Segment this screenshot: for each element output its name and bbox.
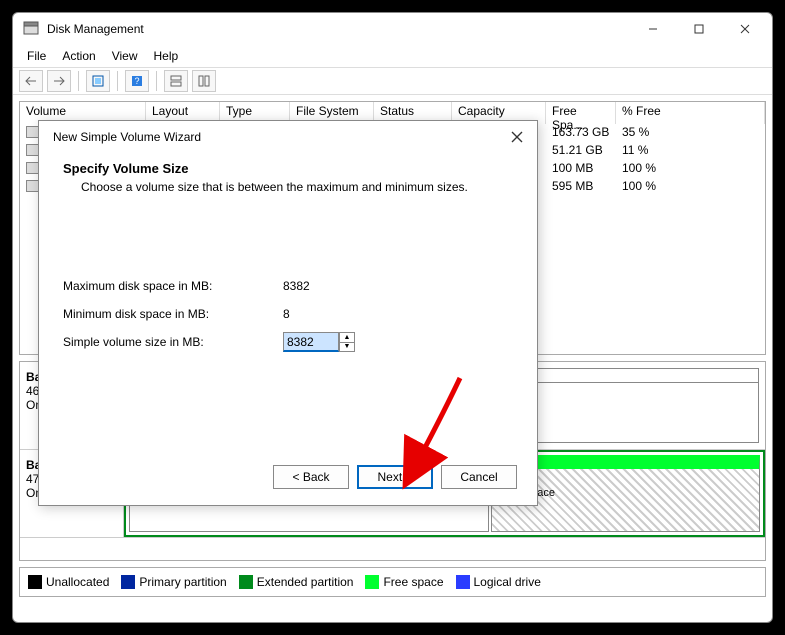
toolbar: ? [13,67,772,95]
legend-freespace: Free space [365,575,443,590]
size-input[interactable] [283,332,339,352]
legend-logical: Logical drive [456,575,541,590]
nav-back-icon[interactable] [19,70,43,92]
cell-freespace: 51.21 GB [546,143,616,159]
legend-unallocated: Unallocated [28,575,109,590]
cancel-button[interactable]: Cancel [441,465,517,489]
menu-view[interactable]: View [104,47,146,65]
cell-freespace: 163.73 GB [546,125,616,141]
cell-freespace: 100 MB [546,161,616,177]
dialog-heading: Specify Volume Size [63,161,513,176]
max-space-label: Maximum disk space in MB: [63,279,283,293]
next-button[interactable]: Next > [357,465,433,489]
spinner-up-icon[interactable]: ▲ [340,333,354,343]
legend-extended: Extended partition [239,575,354,590]
app-icon [23,21,39,37]
svg-text:?: ? [134,76,139,86]
back-button[interactable]: < Back [273,465,349,489]
minimize-button[interactable] [630,13,676,45]
toolbar-view2-icon[interactable] [192,70,216,92]
nav-forward-icon[interactable] [47,70,71,92]
window-title: Disk Management [47,22,630,36]
toolbar-view1-icon[interactable] [164,70,188,92]
dialog-close-icon[interactable] [503,123,531,151]
cell-pctfree: 11 % [616,143,765,159]
max-space-value: 8382 [283,279,310,293]
size-label: Simple volume size in MB: [63,335,283,349]
toolbar-refresh-icon[interactable] [86,70,110,92]
cell-pctfree: 100 % [616,161,765,177]
col-freespace[interactable]: Free Spa... [546,102,616,124]
new-simple-volume-wizard: New Simple Volume Wizard Specify Volume … [38,120,538,506]
cell-pctfree: 100 % [616,179,765,195]
min-space-label: Minimum disk space in MB: [63,307,283,321]
min-space-value: 8 [283,307,290,321]
dialog-subtext: Choose a volume size that is between the… [63,176,513,194]
titlebar: Disk Management [13,13,772,45]
dialog-title: New Simple Volume Wizard [53,130,503,144]
legend-primary: Primary partition [121,575,226,590]
close-button[interactable] [722,13,768,45]
menubar: File Action View Help [13,45,772,67]
dialog-titlebar: New Simple Volume Wizard [39,121,537,153]
spinner-down-icon[interactable]: ▼ [340,343,354,352]
legend: Unallocated Primary partition Extended p… [19,567,766,597]
maximize-button[interactable] [676,13,722,45]
menu-help[interactable]: Help [146,47,187,65]
col-pctfree[interactable]: % Free [616,102,765,124]
menu-file[interactable]: File [19,47,54,65]
menu-action[interactable]: Action [54,47,103,65]
cell-freespace: 595 MB [546,179,616,195]
cell-pctfree: 35 % [616,125,765,141]
size-spinner[interactable]: ▲ ▼ [339,332,355,352]
toolbar-help-icon[interactable]: ? [125,70,149,92]
